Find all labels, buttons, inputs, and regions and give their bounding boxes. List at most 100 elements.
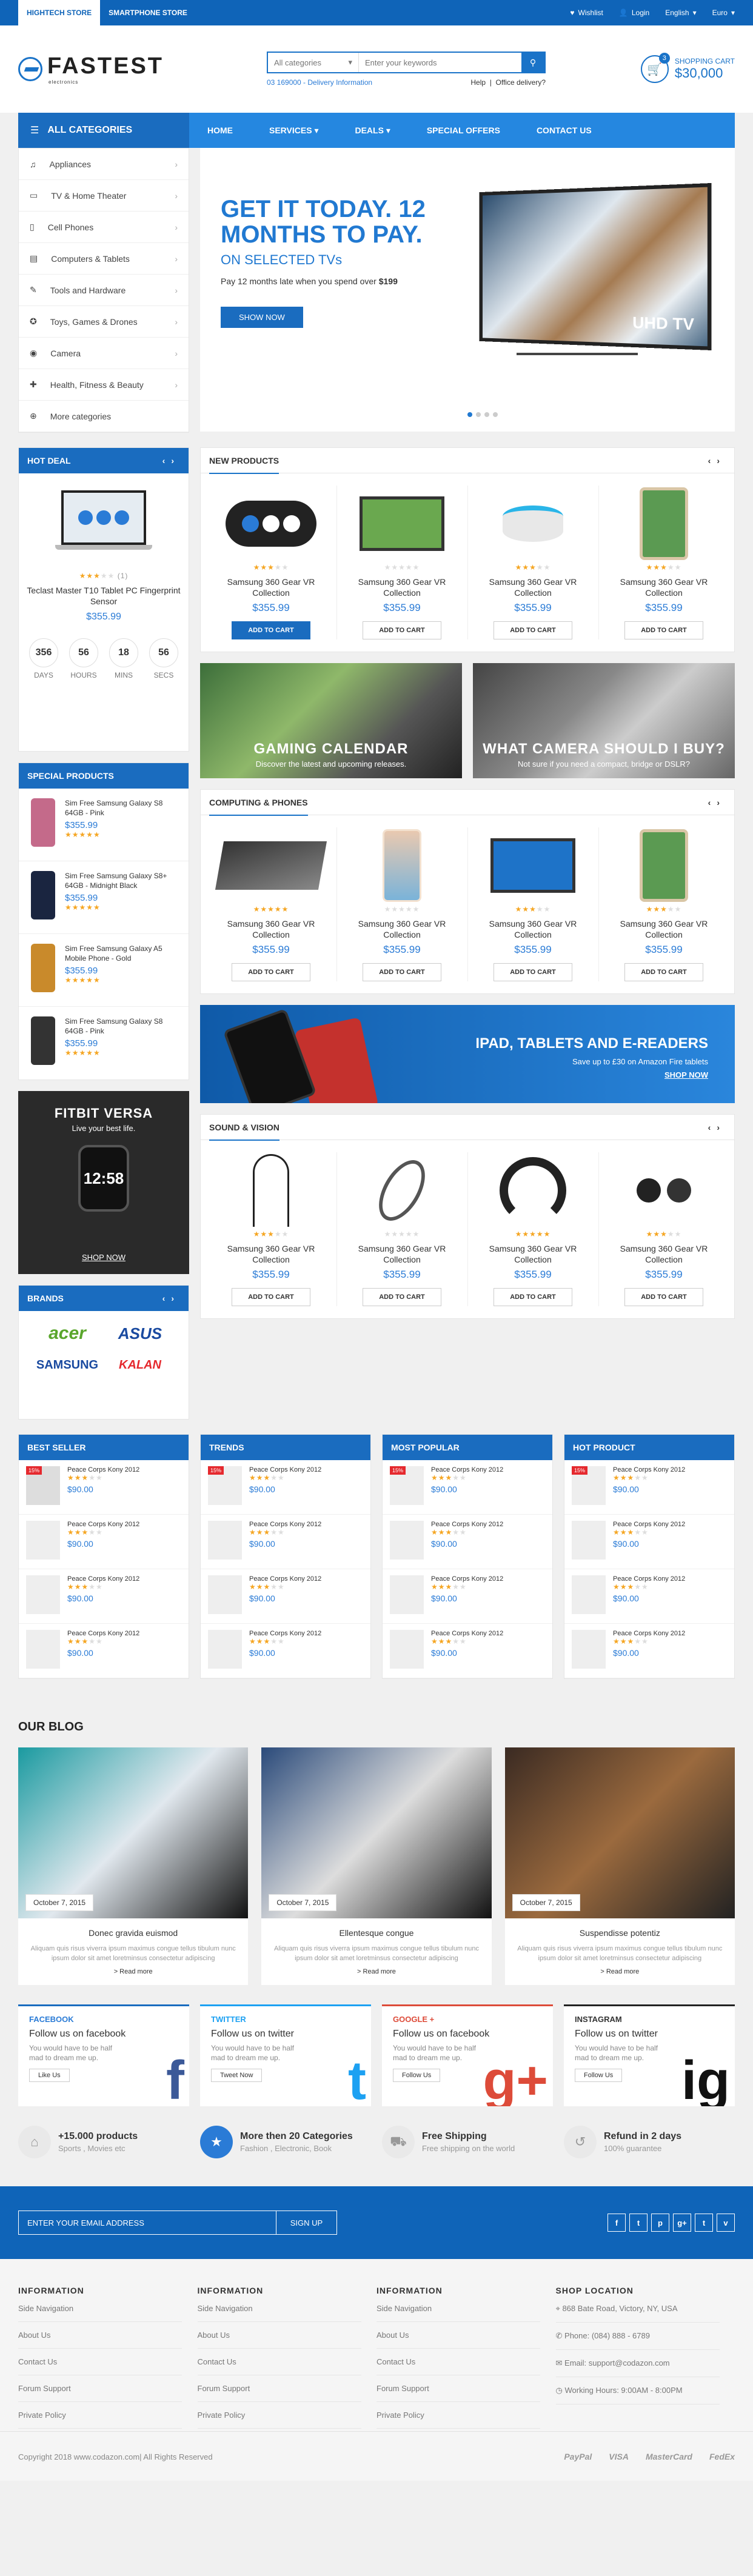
google-plus-icon[interactable]: g+ bbox=[673, 2214, 691, 2232]
office-delivery-link[interactable]: Office delivery? bbox=[496, 78, 546, 87]
list-item[interactable]: Peace Corps Kony 2012 ★★★★★ $90.00 bbox=[564, 1515, 734, 1569]
footer-link[interactable]: Side Navigation bbox=[197, 2304, 361, 2322]
tweet-now-button[interactable]: Tweet Now bbox=[211, 2069, 263, 2082]
brand-logo-kalan[interactable]: KALAN bbox=[119, 1358, 161, 1372]
camera-banner[interactable]: WHAT CAMERA SHOULD I BUY? Not sure if you… bbox=[473, 663, 735, 778]
add-to-cart-button[interactable]: ADD TO CART bbox=[624, 963, 703, 981]
list-item[interactable]: Peace Corps Kony 2012 ★★★★★ $90.00 bbox=[383, 1515, 552, 1569]
footer-link[interactable]: Private Policy bbox=[18, 2411, 182, 2429]
footer-link[interactable]: About Us bbox=[18, 2331, 182, 2349]
list-item[interactable]: Peace Corps Kony 2012 ★★★★★ $90.00 bbox=[201, 1515, 370, 1569]
product-card[interactable]: ★★★★★ Samsung 360 Gear VR Collection $355.… bbox=[598, 1140, 729, 1318]
product-card[interactable]: ★★★★★ Samsung 360 Gear VR Collection $355.… bbox=[467, 1140, 598, 1318]
pinterest-icon[interactable]: p bbox=[651, 2214, 669, 2232]
search-category-select[interactable]: All categories ▾ bbox=[268, 53, 359, 72]
add-to-cart-button[interactable]: ADD TO CART bbox=[494, 963, 572, 981]
brand-logo-samsung[interactable]: SAMSUNG bbox=[36, 1358, 98, 1372]
add-to-cart-button[interactable]: ADD TO CART bbox=[624, 621, 703, 639]
sidebar-item-cell-phones[interactable]: ▯ Cell Phones › bbox=[19, 212, 189, 243]
newsletter-email-input[interactable]: ENTER YOUR EMAIL ADDRESS bbox=[18, 2211, 276, 2235]
footer-link[interactable]: Forum Support bbox=[18, 2384, 182, 2402]
sidebar-item-toys[interactable]: ✪ Toys, Games & Drones › bbox=[19, 306, 189, 338]
sidebar-item-health[interactable]: ✚ Health, Fitness & Beauty › bbox=[19, 369, 189, 401]
login-link[interactable]: 👤 Login bbox=[619, 8, 649, 17]
list-item[interactable]: Peace Corps Kony 2012 ★★★★★ $90.00 bbox=[383, 1569, 552, 1624]
product-card[interactable]: ★★★★★ Samsung 360 Gear VR Collection $355.… bbox=[598, 815, 729, 993]
footer-link[interactable]: Contact Us bbox=[376, 2357, 540, 2375]
sidebar-item-tv[interactable]: ▭ TV & Home Theater › bbox=[19, 180, 189, 212]
list-item[interactable]: Sim Free Samsung Galaxy S8+ 64GB - Midni… bbox=[19, 861, 189, 934]
ipad-shop-now-link[interactable]: SHOP NOW bbox=[664, 1070, 708, 1079]
list-item[interactable]: Peace Corps Kony 2012 ★★★★★ $90.00 bbox=[383, 1624, 552, 1678]
twitter-icon[interactable]: t bbox=[629, 2214, 648, 2232]
hot-deal-product-name[interactable]: Teclast Master T10 Tablet PC Fingerprint… bbox=[19, 585, 189, 607]
sign-up-button[interactable]: SIGN UP bbox=[276, 2211, 337, 2235]
brand-logo-acer[interactable]: acer bbox=[49, 1323, 86, 1344]
follow-us-button[interactable]: Follow Us bbox=[575, 2069, 623, 2082]
slider-dot[interactable] bbox=[467, 412, 472, 417]
footer-link[interactable]: Side Navigation bbox=[376, 2304, 540, 2322]
footer-link[interactable]: About Us bbox=[197, 2331, 361, 2349]
footer-link[interactable]: Private Policy bbox=[197, 2411, 361, 2429]
product-card[interactable]: ★★★★★ Samsung 360 Gear VR Collection $355.… bbox=[336, 473, 467, 652]
tumblr-icon[interactable]: t bbox=[695, 2214, 713, 2232]
tab-smartphone-store[interactable]: SMARTPHONE STORE bbox=[100, 0, 196, 25]
slider-dot[interactable] bbox=[476, 412, 481, 417]
hero-show-now-button[interactable]: SHOW NOW bbox=[221, 307, 303, 328]
nav-special-offers[interactable]: SPECIAL OFFERS bbox=[427, 125, 500, 135]
nav-home[interactable]: HOME bbox=[207, 125, 233, 135]
product-card[interactable]: ★★★★★ Samsung 360 Gear VR Collection $355.… bbox=[467, 473, 598, 652]
list-item[interactable]: Peace Corps Kony 2012 ★★★★★ $90.00 bbox=[564, 1569, 734, 1624]
slider-dot[interactable] bbox=[493, 412, 498, 417]
product-card[interactable]: ★★★★★ Samsung 360 Gear VR Collection $355.… bbox=[336, 815, 467, 993]
carousel-arrows[interactable]: ‹› bbox=[162, 456, 180, 465]
footer-link[interactable]: Private Policy bbox=[376, 2411, 540, 2429]
add-to-cart-button[interactable]: ADD TO CART bbox=[232, 963, 310, 981]
help-link[interactable]: Help bbox=[470, 78, 486, 87]
footer-link[interactable]: Forum Support bbox=[376, 2384, 540, 2402]
list-item[interactable]: Sim Free Samsung Galaxy S8 64GB - Pink $3… bbox=[19, 789, 189, 861]
list-item[interactable]: 15% Peace Corps Kony 2012 ★★★★★ $90.00 bbox=[564, 1460, 734, 1515]
fitbit-shop-now-link[interactable]: SHOP NOW bbox=[18, 1253, 189, 1262]
like-us-button[interactable]: Like Us bbox=[29, 2069, 70, 2082]
list-item[interactable]: Peace Corps Kony 2012 ★★★★★ $90.00 bbox=[19, 1569, 189, 1624]
blog-title[interactable]: Donec gravida euismod bbox=[18, 1928, 248, 1938]
language-select[interactable]: English ▾ bbox=[665, 8, 696, 17]
product-card[interactable]: ★★★★★ Samsung 360 Gear VR Collection $355.… bbox=[206, 473, 336, 652]
sidebar-item-appliances[interactable]: ♫ Appliances › bbox=[19, 148, 189, 180]
footer-link[interactable]: About Us bbox=[376, 2331, 540, 2349]
list-item[interactable]: Peace Corps Kony 2012 ★★★★★ $90.00 bbox=[19, 1515, 189, 1569]
hot-deal-image[interactable] bbox=[55, 490, 152, 557]
facebook-icon[interactable]: f bbox=[607, 2214, 626, 2232]
add-to-cart-button[interactable]: ADD TO CART bbox=[363, 621, 441, 639]
carousel-arrows[interactable]: ‹› bbox=[162, 1293, 180, 1303]
list-item[interactable]: Peace Corps Kony 2012 ★★★★★ $90.00 bbox=[19, 1624, 189, 1678]
add-to-cart-button[interactable]: ADD TO CART bbox=[624, 1288, 703, 1306]
read-more-link[interactable]: > Read more bbox=[18, 1968, 248, 1975]
list-item[interactable]: 15% Peace Corps Kony 2012 ★★★★★ $90.00 bbox=[383, 1460, 552, 1515]
delivery-phone[interactable]: 03 169000 - Delivery Information bbox=[267, 78, 372, 87]
list-item[interactable]: Peace Corps Kony 2012 ★★★★★ $90.00 bbox=[201, 1624, 370, 1678]
sidebar-item-more[interactable]: ⊕ More categories bbox=[19, 401, 189, 432]
add-to-cart-button[interactable]: ADD TO CART bbox=[363, 1288, 441, 1306]
list-item[interactable]: Sim Free Samsung Galaxy S8 64GB - Pink $3… bbox=[19, 1007, 189, 1079]
list-item[interactable]: Sim Free Samsung Galaxy A5 Mobile Phone … bbox=[19, 934, 189, 1007]
blog-title[interactable]: Suspendisse potentiz bbox=[505, 1928, 735, 1938]
search-button[interactable]: ⚲ bbox=[521, 53, 544, 72]
logo[interactable]: FASTEST electronics bbox=[18, 53, 267, 85]
footer-link[interactable]: Contact Us bbox=[18, 2357, 182, 2375]
read-more-link[interactable]: > Read more bbox=[505, 1968, 735, 1975]
email-text[interactable]: ✉ Email: support@codazon.com bbox=[555, 2358, 720, 2377]
blog-post[interactable]: October 7, 2015 Ellentesque congue Aliquam… bbox=[261, 1747, 492, 1985]
product-card[interactable]: ★★★★★ Samsung 360 Gear VR Collection $355.… bbox=[206, 815, 336, 993]
blog-title[interactable]: Ellentesque congue bbox=[261, 1928, 491, 1938]
brand-logo-asus[interactable]: ASUS bbox=[118, 1324, 162, 1343]
add-to-cart-button[interactable]: ADD TO CART bbox=[232, 1288, 310, 1306]
slider-dot[interactable] bbox=[484, 412, 489, 417]
footer-link[interactable]: Contact Us bbox=[197, 2357, 361, 2375]
sidebar-item-camera[interactable]: ◉ Camera › bbox=[19, 338, 189, 369]
blog-post[interactable]: October 7, 2015 Suspendisse potentiz Aliqu… bbox=[504, 1747, 735, 1985]
currency-select[interactable]: Euro ▾ bbox=[712, 8, 735, 17]
blog-post[interactable]: October 7, 2015 Donec gravida euismod Aliq… bbox=[18, 1747, 249, 1985]
product-card[interactable]: ★★★★★ Samsung 360 Gear VR Collection $355.… bbox=[467, 815, 598, 993]
